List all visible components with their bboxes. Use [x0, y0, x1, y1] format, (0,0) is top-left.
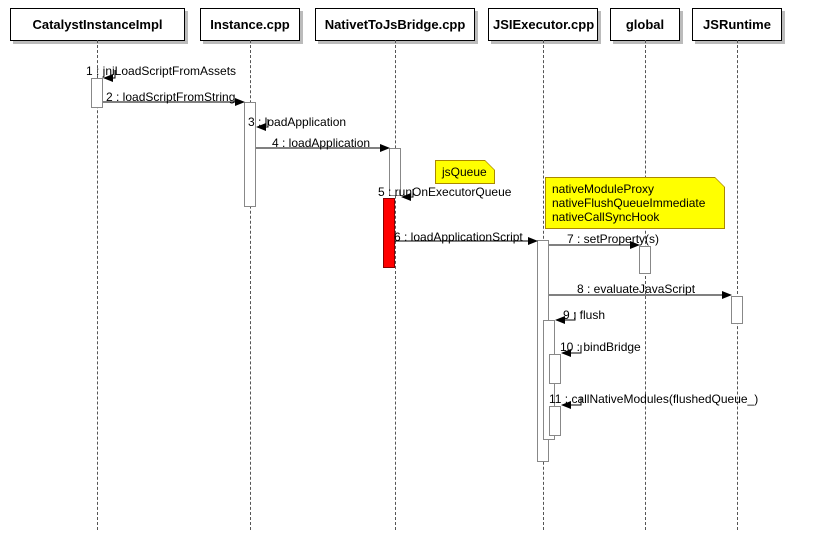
- activation-8: [549, 354, 561, 384]
- message-11: 11 : callNativeModules(flushedQueue_): [549, 392, 758, 406]
- participant-p5: JSRuntime: [692, 8, 782, 41]
- message-6: 6 : loadApplicationScript: [394, 230, 523, 244]
- participant-p0: CatalystInstanceImpl: [10, 8, 185, 41]
- participant-p2: NativetToJsBridge.cpp: [315, 8, 475, 41]
- message-8: 8 : evaluateJavaScript: [577, 282, 695, 296]
- activation-6: [731, 296, 743, 324]
- message-3: 3 : loadApplication: [248, 115, 346, 129]
- activation-5: [639, 246, 651, 274]
- message-10: 10 : bindBridge: [560, 340, 641, 354]
- activation-9: [549, 406, 561, 436]
- note1: jsQueue: [435, 160, 495, 184]
- participant-p3: JSIExecutor.cpp: [488, 8, 598, 41]
- note2: nativeModuleProxynativeFlushQueueImmedia…: [545, 177, 725, 229]
- activation-0: [91, 78, 103, 108]
- message-9: 9 : flush: [563, 308, 605, 322]
- lifeline-p0: [97, 40, 98, 530]
- lifeline-p5: [737, 40, 738, 530]
- message-2: 2 : loadScriptFromString: [106, 90, 235, 104]
- participant-p4: global: [610, 8, 680, 41]
- lifeline-p2: [395, 40, 396, 530]
- message-1: 1 : jniLoadScriptFromAssets: [86, 64, 236, 78]
- message-7: 7 : setProperty(s): [567, 232, 659, 246]
- message-4: 4 : loadApplication: [272, 136, 370, 150]
- message-5: 5 : runOnExecutorQueue: [378, 185, 511, 199]
- participant-p1: Instance.cpp: [200, 8, 300, 41]
